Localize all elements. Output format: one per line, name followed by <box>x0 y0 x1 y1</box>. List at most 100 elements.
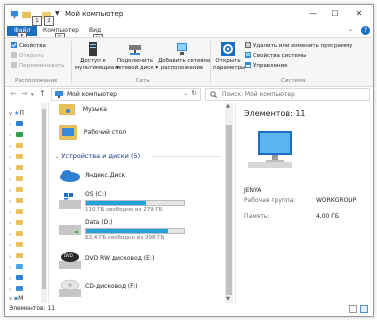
drive-free-space: 63,4 ГБ свободно из 398 ГБ <box>85 235 165 241</box>
folder-name: Музыка <box>82 105 107 113</box>
address-row: ← → ▾ ↑ › Мой компьютер ⌄ ↻ Поиск: Мой к… <box>5 87 373 101</box>
minimize-button[interactable]: — <box>305 7 321 21</box>
list-item[interactable]: CD-дисковод (F:) <box>57 279 227 305</box>
ribbon-expand-icon[interactable]: ⌄ <box>348 25 353 35</box>
back-button[interactable]: ← <box>10 89 17 99</box>
network-icon <box>16 286 23 291</box>
chevron-right-icon: › <box>9 166 11 172</box>
nav-item-label: П <box>19 110 24 117</box>
add-network-location-button[interactable]: Добавить сетевое расположение <box>158 42 210 71</box>
manage-button[interactable]: Управление <box>245 62 288 69</box>
system-properties-icon <box>245 52 251 58</box>
close-button[interactable]: ✕ <box>351 7 367 21</box>
folder-icon <box>16 209 23 214</box>
chevron-right-icon: › <box>9 188 11 194</box>
details-view-button[interactable] <box>349 305 357 313</box>
qat-dropdown-icon[interactable]: ▼ <box>55 9 60 19</box>
add-location-line2: расположение <box>160 64 204 71</box>
maximize-button[interactable]: ☐ <box>327 7 343 21</box>
section-header[interactable]: ⌄ Устройства и диски (5) <box>55 152 223 161</box>
address-dropdown-icon[interactable]: ⌄ <box>184 90 188 99</box>
content-scroll-thumb[interactable] <box>226 125 232 295</box>
desktop-folder-icon <box>59 125 77 140</box>
ribbon: Свойства Открыть Переименовать Расположе… <box>5 37 373 87</box>
open-settings-button[interactable]: Открыть параметры <box>213 42 246 71</box>
map-network-drive-button[interactable]: Подключить сетевой диск ▾ <box>115 42 158 71</box>
open-icon <box>11 52 17 58</box>
folder-icon[interactable] <box>22 10 31 19</box>
chevron-right-icon: › <box>9 177 11 183</box>
gear-icon <box>221 42 235 56</box>
computer-icon <box>16 275 23 280</box>
computer-icon <box>248 131 292 168</box>
details-title: Элементов: 11 <box>244 109 306 118</box>
chevron-right-icon: › <box>9 122 11 128</box>
scroll-down-icon[interactable]: ▼ <box>226 296 230 302</box>
navigation-pane[interactable]: v ★П › › › › › › › › › › › › › › › › v ▪M <box>5 103 49 303</box>
chevron-right-icon: › <box>9 144 11 150</box>
list-item[interactable]: Рабочий стол <box>59 123 126 141</box>
list-item[interactable]: OS (C:) 110 ГБ свободно из 279 ГБ <box>57 191 227 217</box>
group-separator <box>210 41 211 83</box>
folder-name: Рабочий стол <box>83 128 127 136</box>
media-access-line1: Доступ к <box>80 58 106 64</box>
tiles-view-button[interactable] <box>360 305 368 313</box>
group-system-label: Система <box>281 78 306 84</box>
chevron-right-icon: › <box>9 243 11 249</box>
add-location-line1: Добавить сетевое <box>158 58 211 64</box>
recent-dropdown-icon[interactable]: ▾ <box>31 90 34 100</box>
uninstall-program-button[interactable]: Удалить или изменить программу <box>245 42 352 49</box>
scroll-up-icon[interactable]: ▲ <box>226 103 230 109</box>
system-properties-button[interactable]: Свойства системы <box>245 52 306 59</box>
cloud-name: Яндекс.Диск <box>85 172 126 179</box>
map-drive-line1: Подключить <box>116 58 154 64</box>
address-bar[interactable]: › Мой компьютер ⌄ ↻ <box>51 88 201 101</box>
help-icon[interactable]: ? <box>361 26 370 35</box>
details-pane: Элементов: 11 JENYA Рабочая группа: WORK… <box>235 103 373 303</box>
refresh-icon[interactable]: ↻ <box>191 89 197 98</box>
list-item[interactable]: DVD DVD RW дисковод (E:) <box>57 251 227 277</box>
rename-button[interactable]: Переименовать <box>11 62 65 69</box>
drive-name: CD-дисковод (F:) <box>85 283 138 290</box>
group-network-label: Сеть <box>136 78 150 84</box>
open-settings-line1: Открыть <box>215 58 241 64</box>
search-input[interactable]: Поиск: Мой компьютер <box>205 88 370 101</box>
group-location-label: Расположение <box>15 78 58 84</box>
chevron-right-icon: › <box>9 199 11 205</box>
folder-icon <box>16 242 23 247</box>
workgroup-value: WORKGROUP <box>316 197 357 204</box>
computer-name: JENYA <box>244 187 262 194</box>
memory-label: Память: <box>244 213 270 220</box>
computer-icon <box>55 91 63 98</box>
ribbon-tabs: Файл F Компьютер C Вид V ⌄ ? <box>5 25 373 44</box>
nav-scroll-thumb[interactable] <box>42 109 46 289</box>
computer-icon <box>10 10 19 19</box>
folder-icon <box>16 176 23 181</box>
list-item[interactable]: Музыка <box>59 103 107 115</box>
rename-icon <box>11 62 17 68</box>
properties-button[interactable]: Свойства <box>11 42 46 49</box>
folder-icon <box>16 165 23 170</box>
media-access-button[interactable]: Доступ к мультимедиа ▾ <box>75 42 119 71</box>
folder-icon <box>16 187 23 192</box>
drive-name: Data (D:) <box>85 219 113 226</box>
drive-usage-fill <box>86 229 169 233</box>
status-item-count: Элементов: 11 <box>9 305 56 312</box>
section-divider <box>151 156 221 157</box>
forward-button[interactable]: → <box>21 89 28 99</box>
folder-icon <box>16 253 23 258</box>
chevron-down-icon: ⌄ <box>55 154 60 160</box>
desktop-icon <box>16 121 23 126</box>
programs-icon <box>245 42 251 48</box>
breadcrumb: Мой компьютер <box>67 91 117 98</box>
open-button[interactable]: Открыть <box>11 52 44 59</box>
manage-label: Управление <box>253 63 288 69</box>
nav-scrollbar[interactable] <box>41 103 47 303</box>
open-settings-line2: параметры <box>213 64 246 71</box>
content-scrollbar[interactable]: ▲ ▼ <box>225 103 233 303</box>
dvd-badge: DVD <box>64 253 73 258</box>
up-button[interactable]: ↑ <box>39 89 46 99</box>
list-item[interactable]: Data (D:) 63,4 ГБ свободно из 398 ГБ <box>57 219 227 245</box>
manage-icon <box>245 62 251 68</box>
nav-item-label: M <box>18 295 24 302</box>
